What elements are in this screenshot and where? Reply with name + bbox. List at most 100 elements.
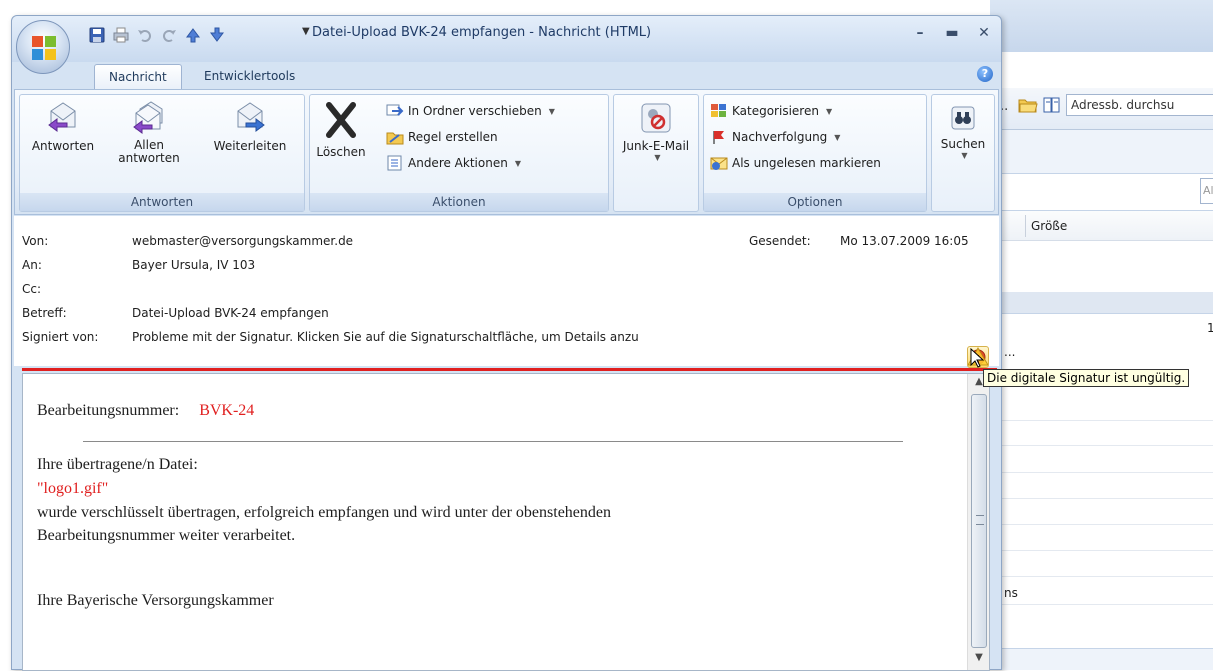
message-body-content: Bearbeitungsnummer: BVK-24 Ihre übertrag… — [23, 374, 967, 670]
background-row-ellipsis: ... — [1004, 345, 1016, 359]
move-folder-icon — [386, 104, 404, 116]
processing-number-value: BVK-24 — [199, 402, 255, 419]
background-row-value: 1 — [1207, 321, 1213, 335]
minimize-button[interactable]: – — [911, 25, 929, 41]
message-header: Von: webmaster@versorgungskammer.de Gese… — [14, 216, 999, 368]
background-row-divider — [990, 576, 1213, 577]
reply-all-button[interactable]: Allen antworten — [114, 101, 184, 165]
folder-icon[interactable] — [1018, 96, 1038, 114]
create-rule-button[interactable]: Regel erstellen — [386, 127, 498, 147]
scroll-down-arrow-icon[interactable]: ▼ — [971, 652, 987, 668]
reply-button[interactable]: Antworten — [28, 101, 98, 153]
background-group-bar — [990, 292, 1213, 314]
forward-button[interactable]: Weiterleiten — [206, 101, 294, 153]
office-button[interactable] — [16, 20, 70, 74]
tab-nachricht[interactable]: Nachricht — [94, 64, 182, 90]
junk-email-button[interactable]: Junk-E-Mail ▼ — [616, 101, 696, 162]
other-actions-button[interactable]: Andere Aktionen ▼ — [386, 153, 521, 173]
customize-quick-access-icon[interactable]: ▼ — [302, 26, 310, 37]
follow-up-label: Nachverfolgung — [732, 130, 828, 144]
address-book-icon[interactable] — [1042, 96, 1062, 114]
move-to-folder-label: In Ordner verschieben — [408, 104, 542, 118]
background-row-divider — [990, 420, 1213, 421]
search-label: Suchen — [940, 137, 986, 151]
scroll-thumb[interactable] — [971, 394, 987, 648]
background-column-header — [990, 211, 1213, 241]
junk-email-label: Junk-E-Mail — [622, 139, 690, 153]
column-divider[interactable] — [1025, 215, 1026, 237]
cc-label: Cc: — [22, 282, 42, 296]
background-titlebar — [990, 0, 1213, 52]
group-optionen: Kategorisieren ▼ Nachverfolgung ▼ Als unge… — [703, 94, 927, 212]
save-icon[interactable] — [88, 26, 106, 44]
next-item-icon[interactable] — [208, 26, 226, 44]
vertical-scrollbar[interactable]: ▲ ▼ — [967, 374, 989, 670]
move-to-folder-button[interactable]: In Ordner verschieben ▼ — [386, 101, 555, 121]
categorize-button[interactable]: Kategorisieren ▼ — [710, 101, 832, 121]
other-actions-icon — [387, 155, 402, 171]
redo-icon[interactable] — [160, 26, 178, 44]
background-row-divider — [990, 445, 1213, 446]
background-row-divider — [990, 472, 1213, 473]
ribbon-tabs: Nachricht Entwicklertools — [12, 62, 1001, 90]
dropdown-arrow-icon: ▼ — [654, 153, 661, 162]
group-label-optionen: Optionen — [704, 193, 926, 211]
flag-icon — [713, 131, 724, 144]
categorize-icon — [711, 104, 726, 117]
address-book-search-input[interactable]: Adressb. durchsu — [1066, 94, 1213, 116]
signed-by-label: Signiert von: — [22, 330, 99, 344]
forward-label: Weiterleiten — [213, 139, 287, 153]
processing-number-label: Bearbeitungsnummer: — [37, 402, 180, 419]
close-button[interactable]: ✕ — [975, 25, 993, 41]
reply-icon — [48, 102, 76, 132]
dropdown-arrow-icon: ▼ — [825, 106, 833, 116]
body-separator — [83, 441, 903, 442]
background-statusbar — [990, 648, 1213, 670]
background-search-input[interactable]: Al — [1200, 178, 1213, 204]
background-row-divider — [990, 550, 1213, 551]
search-button[interactable]: Suchen ▼ — [934, 101, 992, 160]
follow-up-button[interactable]: Nachverfolgung ▼ — [710, 127, 840, 147]
sent-label: Gesendet: — [749, 234, 811, 248]
print-icon[interactable] — [112, 26, 130, 44]
reply-all-label: Allen antworten — [118, 138, 180, 165]
column-header-size[interactable]: Größe — [1031, 219, 1067, 233]
undo-icon[interactable] — [136, 26, 154, 44]
help-icon[interactable]: ? — [977, 66, 993, 82]
office-logo-icon — [32, 36, 56, 60]
from-value[interactable]: webmaster@versorgungskammer.de — [132, 234, 353, 248]
to-label: An: — [22, 258, 42, 272]
ribbon: Antworten Allen antworten Weiterleiten A… — [14, 89, 999, 215]
sent-value: Mo 13.07.2009 16:05 — [840, 234, 969, 248]
mark-unread-icon — [710, 157, 728, 170]
junk-email-icon — [641, 103, 671, 133]
group-label-aktionen: Aktionen — [310, 193, 608, 211]
title-bar[interactable]: ▼ Datei-Upload BVK-24 empfangen - Nachri… — [12, 16, 1001, 62]
delete-icon — [326, 102, 356, 138]
to-value[interactable]: Bayer Ursula, IV 103 — [132, 258, 255, 272]
maximize-button[interactable]: ▬ — [943, 25, 961, 41]
group-junk: Junk-E-Mail ▼ — [613, 94, 699, 212]
categorize-label: Kategorisieren — [732, 104, 819, 118]
delete-button[interactable]: Löschen — [316, 101, 366, 159]
rule-icon — [386, 132, 404, 145]
delete-label: Löschen — [316, 145, 366, 159]
signed-by-value: Probleme mit der Signatur. Klicken Sie a… — [132, 330, 639, 344]
body-signature: Ihre Bayerische Versorgungskammer — [37, 592, 274, 609]
previous-item-icon[interactable] — [184, 26, 202, 44]
mark-unread-button[interactable]: Als ungelesen markieren — [710, 153, 881, 173]
dropdown-arrow-icon: ▼ — [514, 158, 521, 168]
files-label: Ihre übertragene/n Datei: — [37, 456, 198, 473]
message-body[interactable]: Bearbeitungsnummer: BVK-24 Ihre übertrag… — [22, 373, 990, 671]
subject-value: Datei-Upload BVK-24 empfangen — [132, 306, 329, 320]
dropdown-arrow-icon: ▼ — [834, 132, 841, 142]
background-row-divider — [990, 604, 1213, 605]
window-title: Datei-Upload BVK-24 empfangen - Nachrich… — [312, 25, 652, 40]
other-actions-label: Andere Aktionen — [408, 156, 508, 170]
tab-entwicklertools[interactable]: Entwicklertools — [190, 64, 309, 90]
background-row-text: ns — [1004, 586, 1018, 600]
binoculars-icon — [951, 106, 975, 130]
reply-label: Antworten — [31, 139, 95, 153]
mouse-pointer-icon — [970, 348, 984, 368]
create-rule-label: Regel erstellen — [408, 130, 498, 144]
